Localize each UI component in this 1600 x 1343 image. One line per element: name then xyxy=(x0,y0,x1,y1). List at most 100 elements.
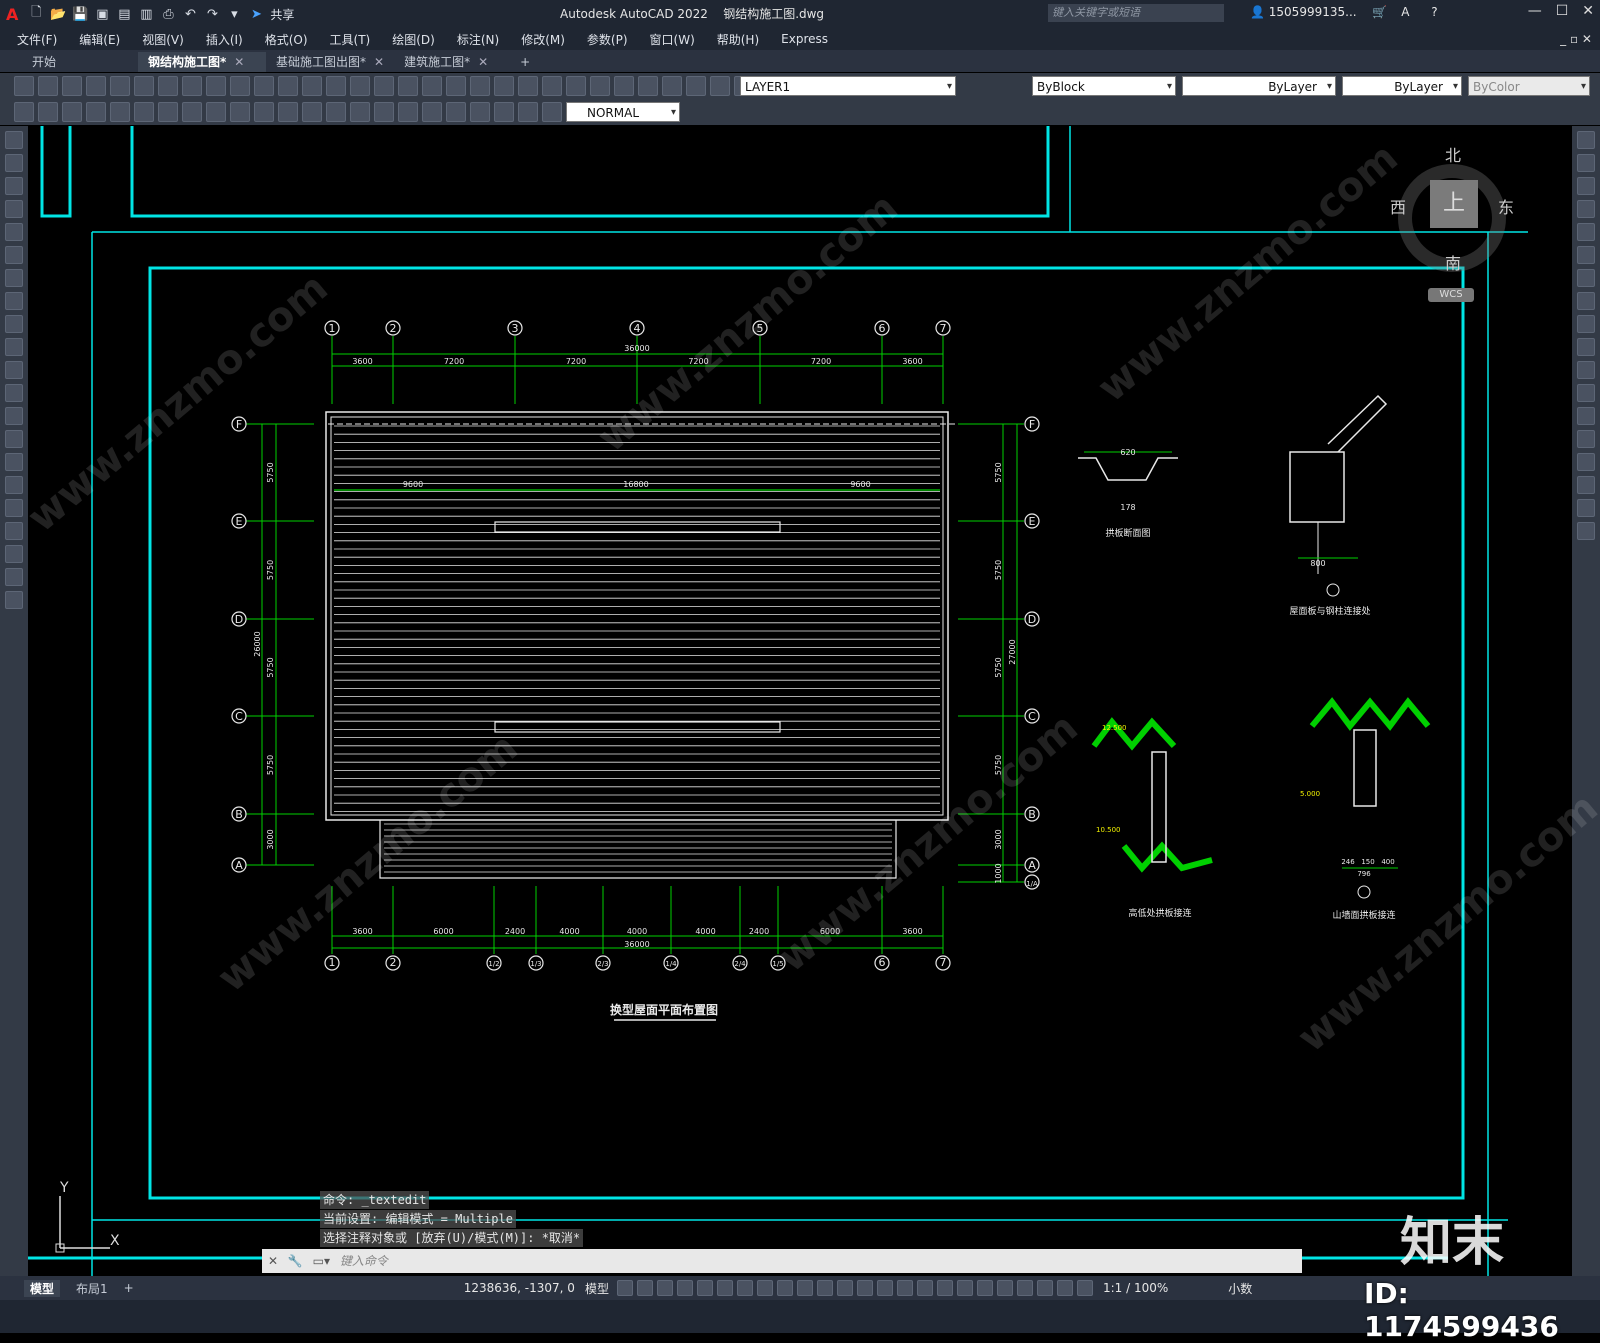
draw-tool-icon[interactable] xyxy=(5,315,23,333)
draw-tool-icon[interactable] xyxy=(5,292,23,310)
status-toggle-icon[interactable] xyxy=(876,1280,893,1296)
close-icon[interactable]: ✕ xyxy=(1582,3,1594,19)
command-recent-icon[interactable]: ▭▾ xyxy=(313,1254,330,1268)
menu-parametric[interactable]: 参数(P) xyxy=(576,31,639,48)
tab-architecture[interactable]: 建筑施工图* ✕ xyxy=(394,52,510,72)
dim-button-icon[interactable] xyxy=(86,102,106,122)
viewcube-face[interactable]: 上 xyxy=(1430,180,1478,228)
dim-button-icon[interactable] xyxy=(494,102,514,122)
status-toggle-icon[interactable] xyxy=(916,1280,933,1296)
doc-window-controls[interactable]: _ ▫ ✕ xyxy=(1560,32,1592,46)
standard-button-icon[interactable] xyxy=(710,76,730,96)
dim-button-icon[interactable] xyxy=(38,102,58,122)
layout-tab-1[interactable]: 布局1 xyxy=(76,1280,108,1297)
menu-view[interactable]: 视图(V) xyxy=(131,31,195,48)
drawing-canvas[interactable]: 1 2 3 4 5 6 7 36000 3600 7200 7200 7200 7200 3600 1 2 1/… xyxy=(28,126,1532,1276)
modify-tool-icon[interactable] xyxy=(1577,200,1595,218)
dim-button-icon[interactable] xyxy=(446,102,466,122)
close-tab-icon[interactable]: ✕ xyxy=(374,52,384,72)
autocad-logo[interactable]: A xyxy=(6,5,18,24)
lineweight-dropdown[interactable]: ByLayer xyxy=(1342,76,1462,97)
standard-button-icon[interactable] xyxy=(686,76,706,96)
standard-button-icon[interactable] xyxy=(62,76,82,96)
status-toggle-icon[interactable] xyxy=(996,1280,1013,1296)
standard-button-icon[interactable] xyxy=(110,76,130,96)
modify-tool-icon[interactable] xyxy=(1577,522,1595,540)
web-open-icon[interactable]: ▤ xyxy=(116,6,132,22)
status-toggle-icon[interactable] xyxy=(676,1280,693,1296)
status-toggle-icon[interactable] xyxy=(736,1280,753,1296)
modify-tool-icon[interactable] xyxy=(1577,384,1595,402)
user-account[interactable]: 👤 1505999135... 🛒 A ? xyxy=(1250,5,1438,19)
dim-button-icon[interactable] xyxy=(206,102,226,122)
west-label[interactable]: 西 xyxy=(1390,194,1406,218)
standard-button-icon[interactable] xyxy=(542,76,562,96)
add-layout-button[interactable]: + xyxy=(124,1281,134,1295)
modify-tool-icon[interactable] xyxy=(1577,430,1595,448)
dim-button-icon[interactable] xyxy=(134,102,154,122)
plotstyle-dropdown[interactable]: ByColor xyxy=(1468,76,1590,97)
dim-button-icon[interactable] xyxy=(374,102,394,122)
dim-button-icon[interactable] xyxy=(158,102,178,122)
dim-button-icon[interactable] xyxy=(398,102,418,122)
standard-button-icon[interactable] xyxy=(590,76,610,96)
standard-button-icon[interactable] xyxy=(566,76,586,96)
dim-button-icon[interactable] xyxy=(470,102,490,122)
menu-help[interactable]: 帮助(H) xyxy=(706,31,770,48)
standard-button-icon[interactable] xyxy=(182,76,202,96)
menu-draw[interactable]: 绘图(D) xyxy=(381,31,446,48)
status-toggle-icon[interactable] xyxy=(1016,1280,1033,1296)
command-customize-icon[interactable]: 🔧 xyxy=(288,1254,303,1268)
color-dropdown[interactable]: ByBlock xyxy=(1032,76,1176,97)
standard-button-icon[interactable] xyxy=(86,76,106,96)
draw-tool-icon[interactable] xyxy=(5,453,23,471)
close-tab-icon[interactable]: ✕ xyxy=(234,52,244,72)
status-toggle-icon[interactable] xyxy=(616,1280,633,1296)
draw-tool-icon[interactable] xyxy=(5,246,23,264)
dimstyle-dropdown[interactable]: NORMAL xyxy=(566,102,680,123)
tab-steel-structure[interactable]: 钢结构施工图* ✕ xyxy=(138,52,266,72)
dim-button-icon[interactable] xyxy=(110,102,130,122)
draw-tool-icon[interactable] xyxy=(5,269,23,287)
minimize-icon[interactable]: — xyxy=(1528,3,1542,19)
draw-tool-icon[interactable] xyxy=(5,361,23,379)
layout-tab-model[interactable]: 模型 xyxy=(24,1279,61,1297)
status-toggle-icon[interactable] xyxy=(1076,1280,1093,1296)
draw-tool-icon[interactable] xyxy=(5,430,23,448)
draw-tool-icon[interactable] xyxy=(5,384,23,402)
modify-tool-icon[interactable] xyxy=(1577,269,1595,287)
modify-tool-icon[interactable] xyxy=(1577,246,1595,264)
share-icon[interactable]: ➤ xyxy=(248,6,264,22)
menu-window[interactable]: 窗口(W) xyxy=(639,31,706,48)
web-save-icon[interactable]: ▥ xyxy=(138,6,154,22)
close-tab-icon[interactable]: ✕ xyxy=(478,52,488,72)
undo-icon[interactable]: ↶ xyxy=(182,6,198,22)
standard-button-icon[interactable] xyxy=(38,76,58,96)
menu-modify[interactable]: 修改(M) xyxy=(510,31,576,48)
status-toggle-icon[interactable] xyxy=(956,1280,973,1296)
status-toggle-icon[interactable] xyxy=(656,1280,673,1296)
modify-tool-icon[interactable] xyxy=(1577,315,1595,333)
standard-button-icon[interactable] xyxy=(206,76,226,96)
draw-tool-icon[interactable] xyxy=(5,545,23,563)
status-toggle-icon[interactable] xyxy=(796,1280,813,1296)
dim-button-icon[interactable] xyxy=(182,102,202,122)
menu-insert[interactable]: 插入(I) xyxy=(195,31,254,48)
standard-button-icon[interactable] xyxy=(446,76,466,96)
standard-button-icon[interactable] xyxy=(230,76,250,96)
standard-button-icon[interactable] xyxy=(518,76,538,96)
status-toggle-icon[interactable] xyxy=(1056,1280,1073,1296)
standard-button-icon[interactable] xyxy=(398,76,418,96)
draw-tool-icon[interactable] xyxy=(5,522,23,540)
draw-tool-icon[interactable] xyxy=(5,407,23,425)
tab-foundation[interactable]: 基础施工图出图* ✕ xyxy=(266,52,394,72)
standard-button-icon[interactable] xyxy=(326,76,346,96)
plot-icon[interactable]: ⎙ xyxy=(160,6,176,22)
viewcube[interactable]: 上 北 西 东 南 WCS xyxy=(1390,146,1514,302)
draw-tool-icon[interactable] xyxy=(5,223,23,241)
layer-dropdown[interactable]: LAYER1 xyxy=(740,76,956,97)
status-toggle-icon[interactable] xyxy=(896,1280,913,1296)
status-toggle-icon[interactable] xyxy=(856,1280,873,1296)
modify-tool-icon[interactable] xyxy=(1577,407,1595,425)
draw-tool-icon[interactable] xyxy=(5,200,23,218)
